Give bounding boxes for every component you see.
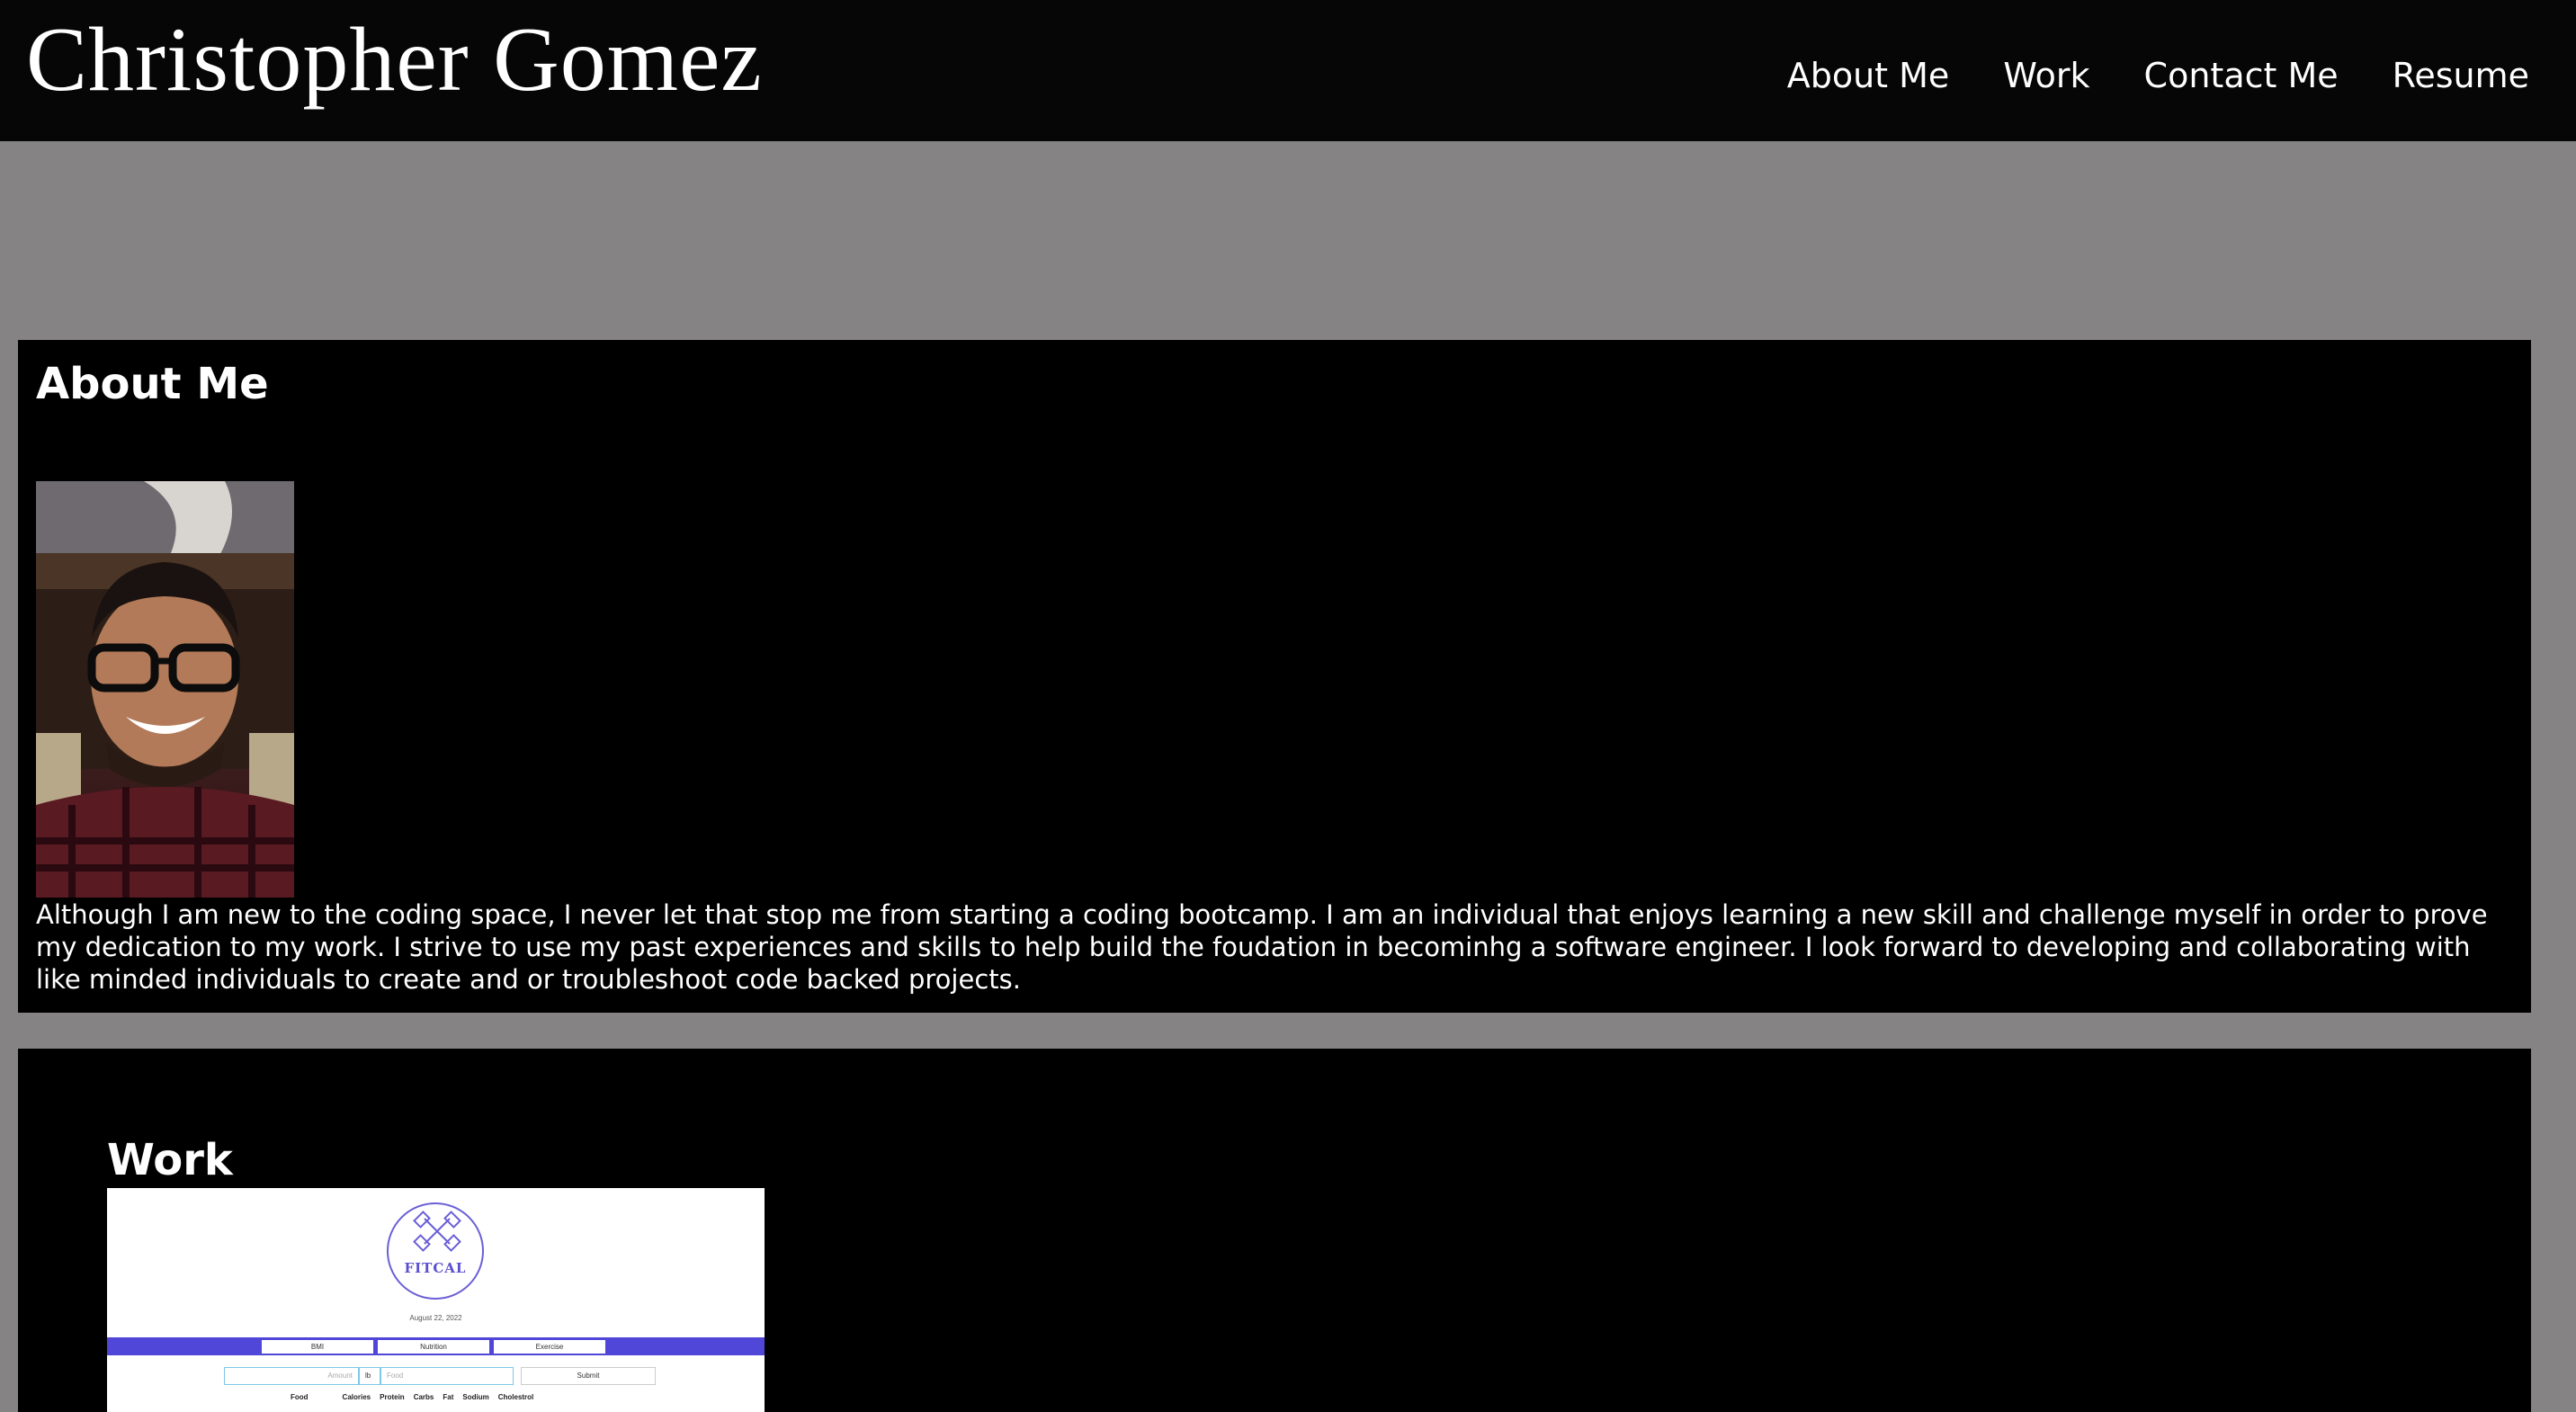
fitcal-table-header: Food Calories Protein Carbs Fat Sodium C… [291, 1393, 534, 1401]
dumbbell-icon [413, 1211, 461, 1252]
nav-work[interactable]: Work [2003, 56, 2089, 95]
profile-photo-illustration [36, 481, 294, 898]
fitcal-tab-bar: BMI Nutrition Exercise [107, 1337, 765, 1355]
fitcal-submit-button: Submit [521, 1367, 656, 1385]
project-fitcal-thumbnail[interactable]: FITCAL August 22, 2022 BMI Nutrition Exe… [107, 1188, 765, 1412]
nav-resume[interactable]: Resume [2393, 56, 2529, 95]
fitcal-logo-text: FITCAL [404, 1260, 467, 1276]
fitcal-input-row: Amount lb Food Submit [224, 1367, 656, 1385]
fitcal-logo: FITCAL [387, 1202, 484, 1300]
fitcal-amount-input: Amount [224, 1367, 359, 1385]
fitcal-unit-select: lb [359, 1367, 380, 1385]
nav-contact-me[interactable]: Contact Me [2144, 56, 2339, 95]
fitcal-col-protein: Protein [380, 1393, 405, 1401]
fitcal-tab-exercise: Exercise [493, 1339, 606, 1354]
about-heading: About Me [36, 359, 269, 409]
fitcal-food-input: Food [380, 1367, 514, 1385]
fitcal-date: August 22, 2022 [409, 1314, 462, 1322]
fitcal-col-cholestrol: Cholestrol [497, 1393, 534, 1401]
fitcal-col-calories: Calories [342, 1393, 371, 1401]
fitcal-tab-bmi: BMI [261, 1339, 374, 1354]
profile-photo [36, 481, 294, 898]
work-section: Work FITCAL August 22, 2022 BMI Nutritio… [18, 1049, 2531, 1412]
nav-about-me[interactable]: About Me [1787, 56, 1950, 95]
main-nav: About Me Work Contact Me Resume [1787, 56, 2529, 95]
site-header: Christopher Gomez About Me Work Contact … [0, 0, 2576, 141]
work-heading: Work [107, 1135, 233, 1185]
fitcal-col-food: Food [291, 1393, 309, 1401]
site-title: Christopher Gomez [26, 9, 763, 111]
fitcal-tab-nutrition: Nutrition [377, 1339, 490, 1354]
fitcal-col-carbs: Carbs [413, 1393, 434, 1401]
about-section: About Me Although I am new to the coding… [18, 340, 2531, 1013]
fitcal-col-fat: Fat [443, 1393, 454, 1401]
about-description: Although I am new to the coding space, I… [36, 899, 2488, 995]
fitcal-col-sodium: Sodium [462, 1393, 489, 1401]
